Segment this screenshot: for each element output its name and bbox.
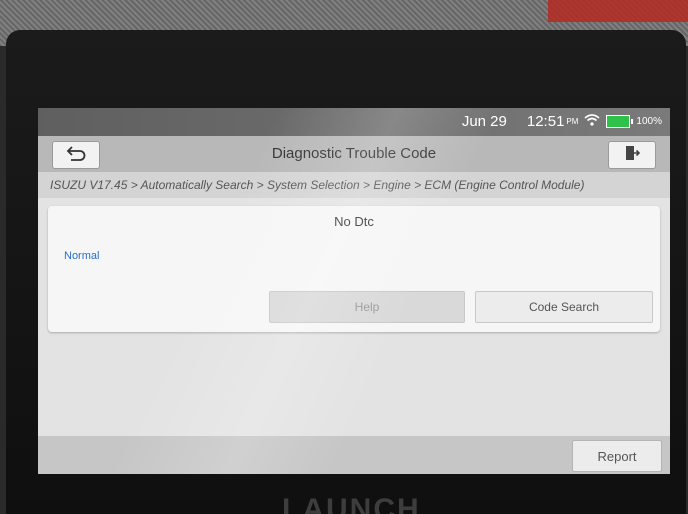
device-screen: Jun 29 12:51 PM 100% Diagnostic Trouble …: [38, 108, 670, 474]
device-brand-logo: LAUNCH: [282, 493, 421, 514]
report-button[interactable]: Report: [572, 440, 662, 472]
code-search-button[interactable]: Code Search: [475, 291, 653, 323]
title-bar: Diagnostic Trouble Code: [38, 136, 670, 172]
status-date: Jun 29: [461, 113, 507, 130]
bottom-toolbar: Report: [38, 436, 670, 474]
status-indicators: Jun 29 12:51 PM 100%: [462, 113, 662, 130]
exit-button[interactable]: [608, 141, 656, 169]
dtc-result-panel: No Dtc Normal Help Code Search: [48, 206, 660, 332]
battery-icon: [606, 115, 634, 128]
system-status-label: Normal: [64, 250, 100, 262]
exit-door-icon: [624, 145, 641, 166]
help-button[interactable]: Help: [269, 291, 465, 323]
background-red-object: [548, 0, 688, 22]
battery-percent: 100%: [636, 116, 662, 127]
page-title: Diagnostic Trouble Code: [271, 145, 437, 162]
status-ampm: PM: [566, 117, 579, 126]
dtc-message: No Dtc: [334, 214, 374, 229]
wifi-icon: [584, 113, 600, 130]
status-bar: Jun 29 12:51 PM 100%: [38, 108, 670, 136]
status-time: 12:51: [526, 113, 565, 130]
breadcrumb: ISUZU V17.45 > Automatically Search > Sy…: [38, 172, 670, 198]
